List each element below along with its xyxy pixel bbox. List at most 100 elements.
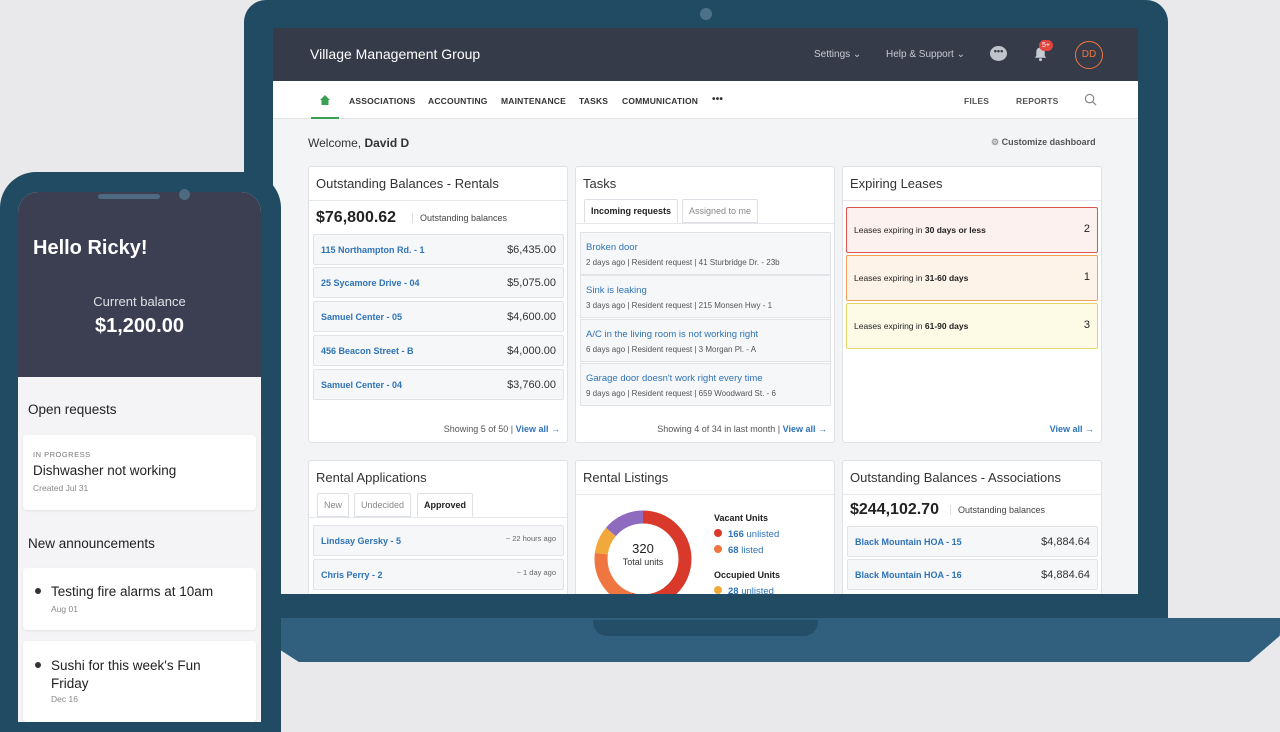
laptop-notch (593, 620, 818, 636)
settings-label: Settings (814, 49, 851, 60)
user-name: David D (364, 136, 410, 150)
total-balance-label: Outstanding balances (412, 213, 507, 223)
lease-range: 31-60 days (924, 273, 969, 283)
tab-undecided[interactable]: Undecided (354, 493, 412, 517)
task-meta: 6 days ago | Resident request | 3 Morgan… (586, 345, 757, 354)
card-footer: Showing 4 of 34 in last month | View all… (657, 424, 827, 434)
tab-new[interactable]: New (317, 493, 350, 517)
lease-row-30[interactable]: Leases expiring in 30 days or less 2 (846, 207, 1098, 253)
nav-more[interactable]: ••• (712, 94, 723, 105)
task-meta: 3 days ago | Resident request | 215 Mons… (586, 301, 773, 310)
tab-assigned-to-me[interactable]: Assigned to me (682, 199, 759, 223)
table-row[interactable]: 115 Northampton Rd. - 1 $6,435.00 (313, 234, 564, 265)
row-link[interactable]: Black Mountain HOA - 16 (855, 570, 962, 580)
bullet-icon (35, 662, 41, 668)
customize-dashboard-link[interactable]: ⚙ Customize dashboard (991, 137, 1096, 148)
lease-row-90[interactable]: Leases expiring in 61-90 days 3 (846, 303, 1098, 349)
main-nav: ASSOCIATIONS ACCOUNTING MAINTENANCE TASK… (273, 81, 1138, 119)
announcement-card[interactable]: Testing fire alarms at 10am Aug 01 (23, 568, 256, 630)
lease-row-60[interactable]: Leases expiring in 31-60 days 1 (846, 255, 1098, 301)
request-title: Dishwasher not working (33, 463, 177, 478)
view-all-link[interactable]: View all → (783, 424, 827, 434)
table-row[interactable]: 456 Beacon Street - B $4,000.00 (313, 335, 564, 366)
nav-reports[interactable]: REPORTS (1016, 96, 1059, 106)
task-meta: 2 days ago | Resident request | 41 Sturb… (586, 258, 780, 267)
announcement-title: Sushi for this week's Fun Friday (51, 658, 201, 691)
legend-count: 166 (728, 529, 744, 540)
total-balance-label: Outstanding balances (950, 505, 1045, 515)
table-row[interactable]: Lindsay Gersky - 5 ~ 22 hours ago (313, 525, 564, 556)
announcement-date: Dec 16 (51, 694, 78, 704)
view-all-link[interactable]: View all → (516, 424, 560, 434)
balances-rentals-card: Outstanding Balances - Rentals $76,800.6… (308, 166, 568, 443)
applicant-link[interactable]: Lindsay Gersky - 5 (321, 536, 401, 546)
row-link[interactable]: Samuel Center - 05 (321, 312, 402, 322)
legend-label: unlisted (746, 529, 780, 540)
task-title[interactable]: A/C in the living room is not working ri… (586, 329, 758, 340)
tab-incoming-requests[interactable]: Incoming requests (584, 199, 679, 223)
list-item[interactable]: Garage door doesn't work right every tim… (580, 363, 831, 406)
settings-menu[interactable]: Settings ⌄ (814, 49, 861, 60)
nav-communication[interactable]: COMMUNICATION (622, 96, 698, 106)
legend-item[interactable]: 68 listed (714, 545, 763, 556)
welcome-text: Welcome, David D (308, 136, 409, 150)
lease-count: 3 (1083, 319, 1090, 331)
balances-associations-card: Outstanding Balances - Associations $244… (842, 460, 1102, 594)
total-balance: $244,102.70 (850, 501, 939, 518)
nav-associations[interactable]: ASSOCIATIONS (349, 96, 415, 106)
row-link[interactable]: 115 Northampton Rd. - 1 (321, 245, 425, 255)
task-title[interactable]: Broken door (586, 242, 638, 253)
request-card[interactable]: IN PROGRESS Dishwasher not working Creat… (23, 435, 256, 510)
view-all-link[interactable]: View all → (1050, 424, 1094, 434)
card-title: Outstanding Balances - Associations (850, 470, 1062, 485)
applicant-time: ~ 1 day ago (516, 568, 556, 577)
table-row[interactable]: Samuel Center - 04 $3,760.00 (313, 369, 564, 400)
avatar[interactable]: DD (1075, 41, 1103, 69)
list-item[interactable]: A/C in the living room is not working ri… (580, 319, 831, 362)
legend-item[interactable]: 166 unlisted (714, 529, 779, 540)
search-icon[interactable] (1084, 93, 1097, 106)
nav-accounting[interactable]: ACCOUNTING (428, 96, 488, 106)
table-row[interactable]: 25 Sycamore Drive - 04 $5,075.00 (313, 267, 564, 298)
chat-icon[interactable]: ••• (990, 46, 1007, 61)
tab-approved[interactable]: Approved (417, 493, 474, 517)
table-row[interactable]: Chris Perry - 2 ~ 1 day ago (313, 559, 564, 590)
row-amount: $4,884.64 (1041, 569, 1090, 581)
list-item[interactable]: Broken door 2 days ago | Resident request… (580, 232, 831, 275)
card-footer: Showing 5 of 50 | View all → (444, 424, 560, 434)
row-amount: $6,435.00 (507, 244, 556, 256)
task-title[interactable]: Garage door doesn't work right every tim… (586, 373, 763, 384)
nav-maintenance[interactable]: MAINTENANCE (501, 96, 566, 106)
help-menu[interactable]: Help & Support ⌄ (886, 49, 965, 60)
table-row[interactable]: Black Mountain HOA - 16 $4,884.64 (847, 559, 1098, 590)
legend-dot (714, 545, 722, 553)
table-row[interactable]: Black Mountain HOA - 15 $4,884.64 (847, 526, 1098, 557)
applicant-link[interactable]: Chris Perry - 2 (321, 570, 383, 580)
legend-item[interactable]: 28 unlisted (714, 586, 774, 594)
customize-label: Customize dashboard (1001, 137, 1096, 147)
current-balance: $1,200.00 (95, 315, 184, 337)
lease-prefix: Leases expiring in (854, 225, 925, 235)
row-link[interactable]: 456 Beacon Street - B (321, 346, 414, 356)
table-row[interactable]: Samuel Center - 05 $4,600.00 (313, 301, 564, 332)
nav-tasks[interactable]: TASKS (579, 96, 608, 106)
announcement-card[interactable]: Sushi for this week's Fun Friday Dec 16 (23, 641, 256, 722)
lease-count: 1 (1083, 271, 1090, 283)
row-link[interactable]: Black Mountain HOA - 15 (855, 537, 962, 547)
phone-header: Hello Ricky! Current balance $1,200.00 (18, 192, 261, 377)
home-icon[interactable] (320, 95, 330, 105)
showing-count: Showing 5 of 50 | (443, 424, 514, 434)
occupied-units-label: Occupied Units (714, 570, 781, 580)
announcements-heading: New announcements (28, 536, 155, 551)
app-title: Village Management Group (310, 46, 481, 62)
nav-files[interactable]: FILES (964, 96, 989, 106)
notification-badge: 5+ (1039, 40, 1053, 51)
laptop-camera (700, 8, 712, 20)
row-link[interactable]: Samuel Center - 04 (321, 380, 402, 390)
row-link[interactable]: 25 Sycamore Drive - 04 (321, 278, 420, 288)
card-title: Rental Applications (316, 470, 427, 485)
applicant-time: ~ 22 hours ago (505, 534, 556, 543)
task-title[interactable]: Sink is leaking (586, 285, 647, 296)
list-item[interactable]: Sink is leaking 3 days ago | Resident req… (580, 275, 831, 318)
phone-screen: Hello Ricky! Current balance $1,200.00 O… (18, 192, 261, 722)
